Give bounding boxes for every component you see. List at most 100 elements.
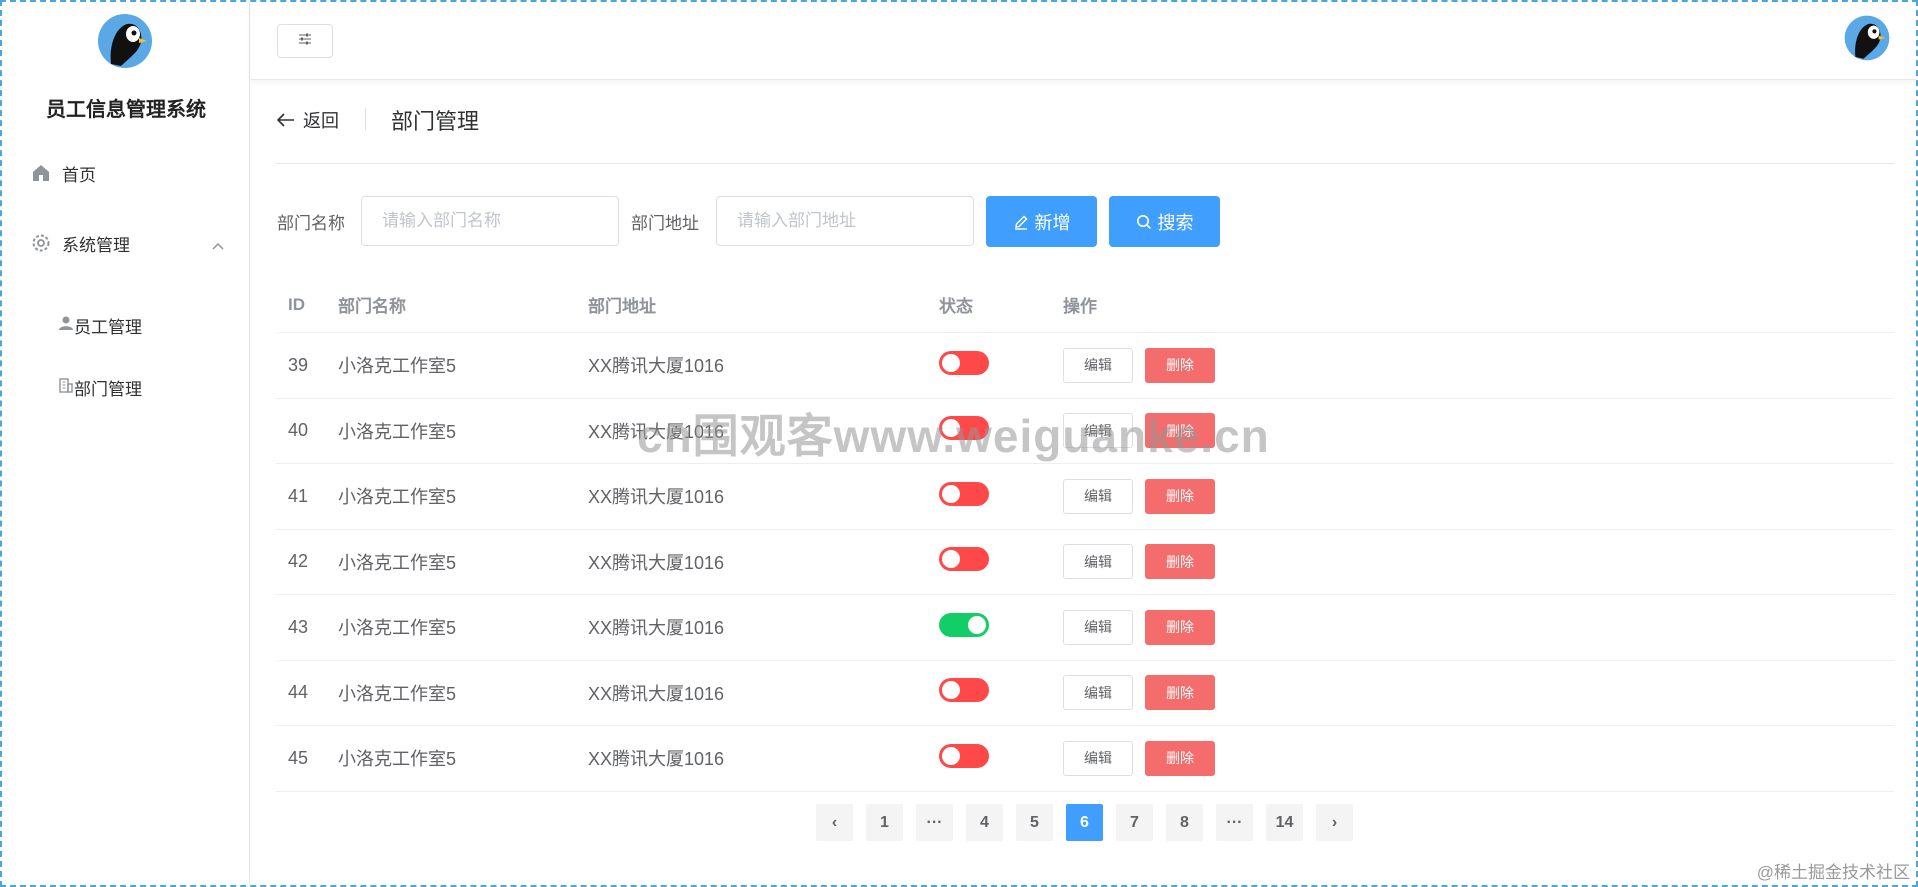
dept-addr-input[interactable] [716, 196, 974, 246]
status-switch[interactable] [939, 416, 989, 441]
table-row: 43 小洛克工作室5 XX腾讯大厦1016 编辑 删除 [276, 595, 1894, 661]
sidebar-item-department[interactable]: 部门管理 [2, 367, 250, 407]
cell-addr: XX腾讯大厦1016 [588, 487, 725, 508]
search-button[interactable]: 搜索 [1109, 196, 1220, 247]
add-button[interactable]: 新增 [986, 196, 1097, 247]
col-header-addr: 部门地址 [588, 297, 656, 316]
more-pages-button[interactable]: ··· [1216, 804, 1253, 841]
edit-button[interactable]: 编辑 [1063, 544, 1133, 580]
cell-id: 44 [288, 682, 309, 703]
pagination: ‹ 1 ··· 4 5 6 7 8 ··· 14 › [816, 804, 1366, 841]
col-header-ops: 操作 [1063, 297, 1097, 316]
cell-status [939, 547, 1063, 576]
arrow-left-icon [277, 113, 294, 127]
page-button[interactable]: 4 [966, 804, 1003, 841]
page-button[interactable]: 14 [1266, 804, 1303, 841]
dept-name-input[interactable] [361, 196, 619, 246]
cell-addr: XX腾讯大厦1016 [588, 356, 725, 377]
divider [276, 163, 1894, 164]
table-header: ID 部门名称 部门地址 状态 操作 [276, 277, 1894, 333]
delete-button[interactable]: 删除 [1145, 675, 1215, 711]
sidebar-item-employee[interactable]: 员工管理 [2, 305, 250, 345]
building-icon [58, 377, 74, 398]
cell-ops: 编辑 删除 [1063, 347, 1894, 383]
cell-status [939, 481, 1063, 511]
delete-button[interactable]: 删除 [1145, 347, 1215, 383]
edit-button[interactable]: 编辑 [1063, 413, 1133, 449]
cell-ops: 编辑 删除 [1063, 413, 1894, 449]
edit-button[interactable]: 编辑 [1063, 347, 1133, 383]
col-header-status: 状态 [939, 297, 973, 316]
cell-id: 39 [288, 354, 309, 375]
table-row: 44 小洛克工作室5 XX腾讯大厦1016 编辑 删除 [276, 661, 1894, 726]
cell-addr: XX腾讯大厦1016 [588, 749, 725, 770]
cell-addr: XX腾讯大厦1016 [588, 683, 725, 704]
page-button[interactable]: 8 [1166, 804, 1203, 841]
cell-ops: 编辑 删除 [1063, 544, 1894, 580]
edit-button[interactable]: 编辑 [1063, 478, 1133, 514]
sliders-icon [298, 32, 312, 50]
table-row: 41 小洛克工作室5 XX腾讯大厦1016 编辑 删除 [276, 464, 1894, 530]
footer-watermark: @稀土掘金技术社区 [1756, 863, 1910, 882]
department-table: ID 部门名称 部门地址 状态 操作 39 小洛克工作室5 XX腾讯大厦1016 编辑… [276, 277, 1894, 792]
switch-knob [942, 746, 960, 765]
status-switch[interactable] [939, 743, 989, 768]
status-switch[interactable] [939, 612, 989, 637]
sidebar-toggle-button[interactable] [277, 24, 333, 58]
dept-name-label: 部门名称 [277, 214, 345, 233]
cell-name: 小洛克工作室5 [338, 749, 457, 770]
cell-name: 小洛克工作室5 [338, 618, 457, 639]
prev-page-button[interactable]: ‹ [816, 804, 853, 841]
status-switch[interactable] [939, 350, 989, 375]
delete-button[interactable]: 删除 [1145, 413, 1215, 449]
cell-ops: 编辑 删除 [1063, 740, 1894, 776]
app-title: 员工信息管理系统 [46, 99, 206, 121]
switch-knob [942, 353, 960, 372]
col-header-name: 部门名称 [338, 297, 406, 316]
page-button[interactable]: 6 [1066, 804, 1103, 841]
table-row: 45 小洛克工作室5 XX腾讯大厦1016 编辑 删除 [276, 726, 1894, 792]
cell-status [939, 678, 1063, 707]
page-header-divider [365, 108, 366, 130]
cell-ops: 编辑 删除 [1063, 609, 1894, 645]
status-switch[interactable] [939, 678, 989, 703]
delete-button[interactable]: 删除 [1145, 478, 1215, 514]
cell-name: 小洛克工作室5 [338, 421, 457, 442]
cell-id: 43 [288, 616, 309, 637]
sidebar-item-system[interactable]: 系统管理 [2, 223, 250, 263]
delete-button[interactable]: 删除 [1145, 740, 1215, 776]
sidebar-item-home[interactable]: 首页 [2, 153, 250, 193]
table-row: 40 小洛克工作室5 XX腾讯大厦1016 编辑 删除 [276, 399, 1894, 464]
home-icon [30, 162, 52, 184]
page-button[interactable]: 7 [1116, 804, 1153, 841]
back-button[interactable]: 返回 [277, 107, 339, 133]
switch-knob [942, 681, 960, 700]
back-label: 返回 [303, 111, 339, 131]
sidebar-item-label: 部门管理 [74, 379, 142, 399]
status-switch[interactable] [939, 481, 989, 506]
sidebar: 员工信息管理系统 首页 系统管理 员工管理 部门管理 [2, 2, 250, 885]
sidebar-item-label: 系统管理 [62, 235, 130, 255]
switch-knob [942, 550, 960, 569]
search-button-label: 搜索 [1157, 212, 1194, 233]
cell-ops: 编辑 删除 [1063, 675, 1894, 711]
edit-button[interactable]: 编辑 [1063, 740, 1133, 776]
user-avatar[interactable] [1840, 14, 1894, 62]
status-switch[interactable] [939, 547, 989, 572]
switch-knob [968, 615, 986, 634]
delete-button[interactable]: 删除 [1145, 609, 1215, 645]
top-header [251, 2, 1916, 80]
switch-knob [942, 484, 960, 503]
delete-button[interactable]: 删除 [1145, 544, 1215, 580]
penguin-logo [98, 14, 152, 68]
page-button[interactable]: 5 [1016, 804, 1053, 841]
cell-addr: XX腾讯大厦1016 [588, 552, 725, 573]
edit-button[interactable]: 编辑 [1063, 675, 1133, 711]
edit-button[interactable]: 编辑 [1063, 609, 1133, 645]
chevron-up-icon [212, 235, 224, 255]
page-button[interactable]: 1 [866, 804, 903, 841]
more-pages-button[interactable]: ··· [916, 804, 953, 841]
next-page-button[interactable]: › [1316, 804, 1353, 841]
cell-name: 小洛克工作室5 [338, 552, 457, 573]
page-title: 部门管理 [391, 109, 480, 134]
